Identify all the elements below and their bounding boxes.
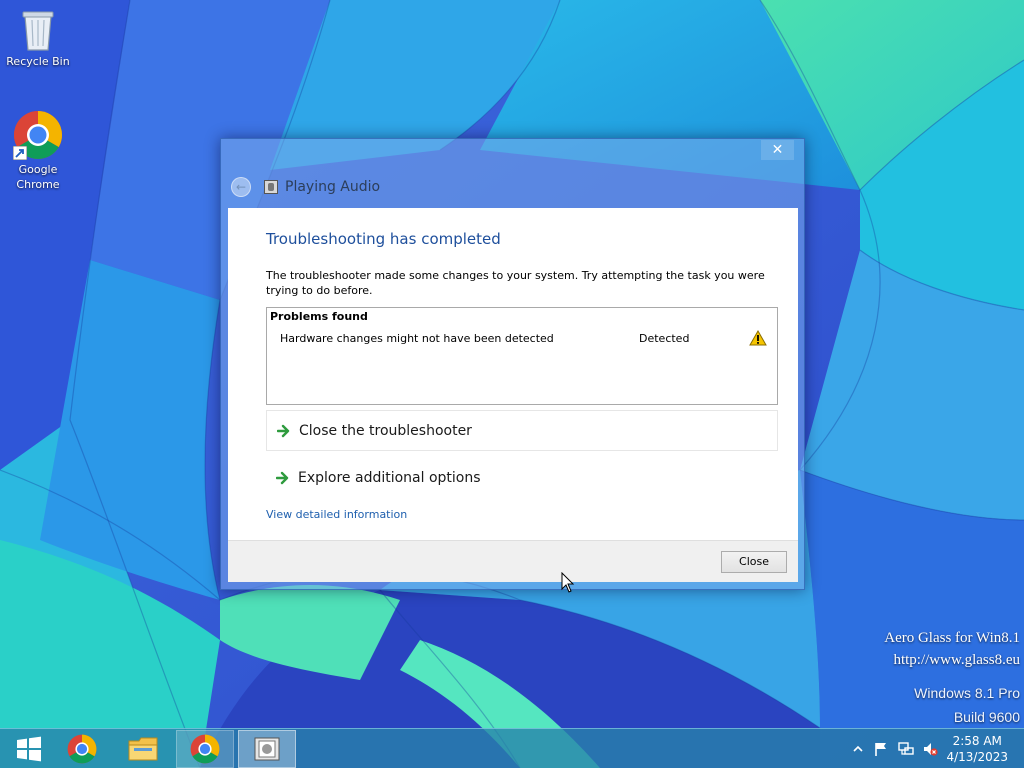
recycle-bin-label: Recycle Bin bbox=[6, 55, 70, 68]
start-button[interactable] bbox=[0, 730, 58, 768]
volume-muted-icon[interactable] bbox=[922, 741, 938, 757]
dialog-footer: Close bbox=[228, 540, 798, 582]
system-clock[interactable]: 2:58 AM 4/13/2023 bbox=[946, 733, 1008, 765]
explore-options-label: Explore additional options bbox=[298, 469, 481, 486]
close-troubleshooter-label: Close the troubleshooter bbox=[299, 422, 472, 439]
warning-icon bbox=[749, 330, 767, 346]
clock-time: 2:58 AM bbox=[952, 734, 1002, 748]
view-detailed-information-link[interactable]: View detailed information bbox=[266, 508, 407, 521]
chrome-label-line2: Chrome bbox=[16, 178, 60, 191]
green-arrow-icon bbox=[276, 471, 289, 484]
problem-status: Detected bbox=[639, 332, 690, 345]
result-description: The troubleshooter made some changes to … bbox=[266, 269, 765, 297]
taskbar-audio-troubleshooter[interactable] bbox=[238, 730, 296, 768]
taskbar-chrome-running[interactable] bbox=[176, 730, 234, 768]
show-hidden-icons-chevron[interactable] bbox=[850, 741, 866, 757]
file-explorer-icon bbox=[128, 737, 158, 761]
troubleshooter-window: ✕ ← Playing Audio Troubleshooting has co… bbox=[220, 138, 805, 590]
taskbar-file-explorer[interactable] bbox=[114, 730, 172, 768]
back-arrow-icon: ← bbox=[235, 180, 247, 194]
explore-additional-options[interactable]: Explore additional options bbox=[266, 457, 778, 498]
network-icon[interactable] bbox=[898, 741, 914, 757]
watermark-line1: Aero Glass for Win8.1 bbox=[884, 630, 1020, 646]
problems-found-title: Problems found bbox=[270, 310, 368, 323]
watermark-line3: Windows 8.1 Pro bbox=[914, 685, 1020, 701]
watermark-line2: http://www.glass8.eu bbox=[893, 652, 1020, 668]
chrome-icon bbox=[67, 734, 97, 764]
troubleshooter-app-icon bbox=[264, 180, 278, 194]
shortcut-arrow-icon bbox=[13, 146, 27, 160]
problem-name: Hardware changes might not have been det… bbox=[280, 332, 554, 345]
window-close-button[interactable]: ✕ bbox=[761, 140, 794, 160]
page-title: Troubleshooting has completed bbox=[266, 230, 501, 248]
desktop-icon-recycle-bin[interactable]: Recycle Bin bbox=[0, 6, 76, 69]
chrome-icon bbox=[190, 734, 220, 764]
audio-troubleshooter-icon bbox=[254, 737, 280, 761]
desktop-icon-google-chrome[interactable]: Google Chrome bbox=[0, 110, 76, 192]
chrome-label-line1: Google bbox=[18, 163, 58, 176]
taskbar-chrome-pinned[interactable] bbox=[53, 730, 111, 768]
window-navigation: ← Playing Audio bbox=[231, 177, 380, 197]
problems-found-panel: Problems found Hardware changes might no… bbox=[266, 307, 778, 405]
troubleshooter-content: Troubleshooting has completed The troubl… bbox=[228, 208, 798, 582]
start-icon bbox=[17, 736, 41, 762]
recycle-bin-icon bbox=[22, 11, 54, 51]
mouse-cursor-icon bbox=[561, 572, 575, 593]
back-button[interactable]: ← bbox=[231, 177, 251, 197]
taskbar: 2:58 AM 4/13/2023 bbox=[0, 728, 1024, 768]
close-troubleshooter-option[interactable]: Close the troubleshooter bbox=[266, 410, 778, 451]
green-arrow-icon bbox=[277, 424, 290, 437]
clock-date: 4/13/2023 bbox=[946, 750, 1008, 764]
action-center-flag-icon[interactable] bbox=[873, 741, 889, 757]
window-nav-title: Playing Audio bbox=[285, 179, 381, 195]
close-button[interactable]: Close bbox=[721, 551, 787, 573]
watermark-line4: Build 9600 bbox=[953, 709, 1020, 725]
